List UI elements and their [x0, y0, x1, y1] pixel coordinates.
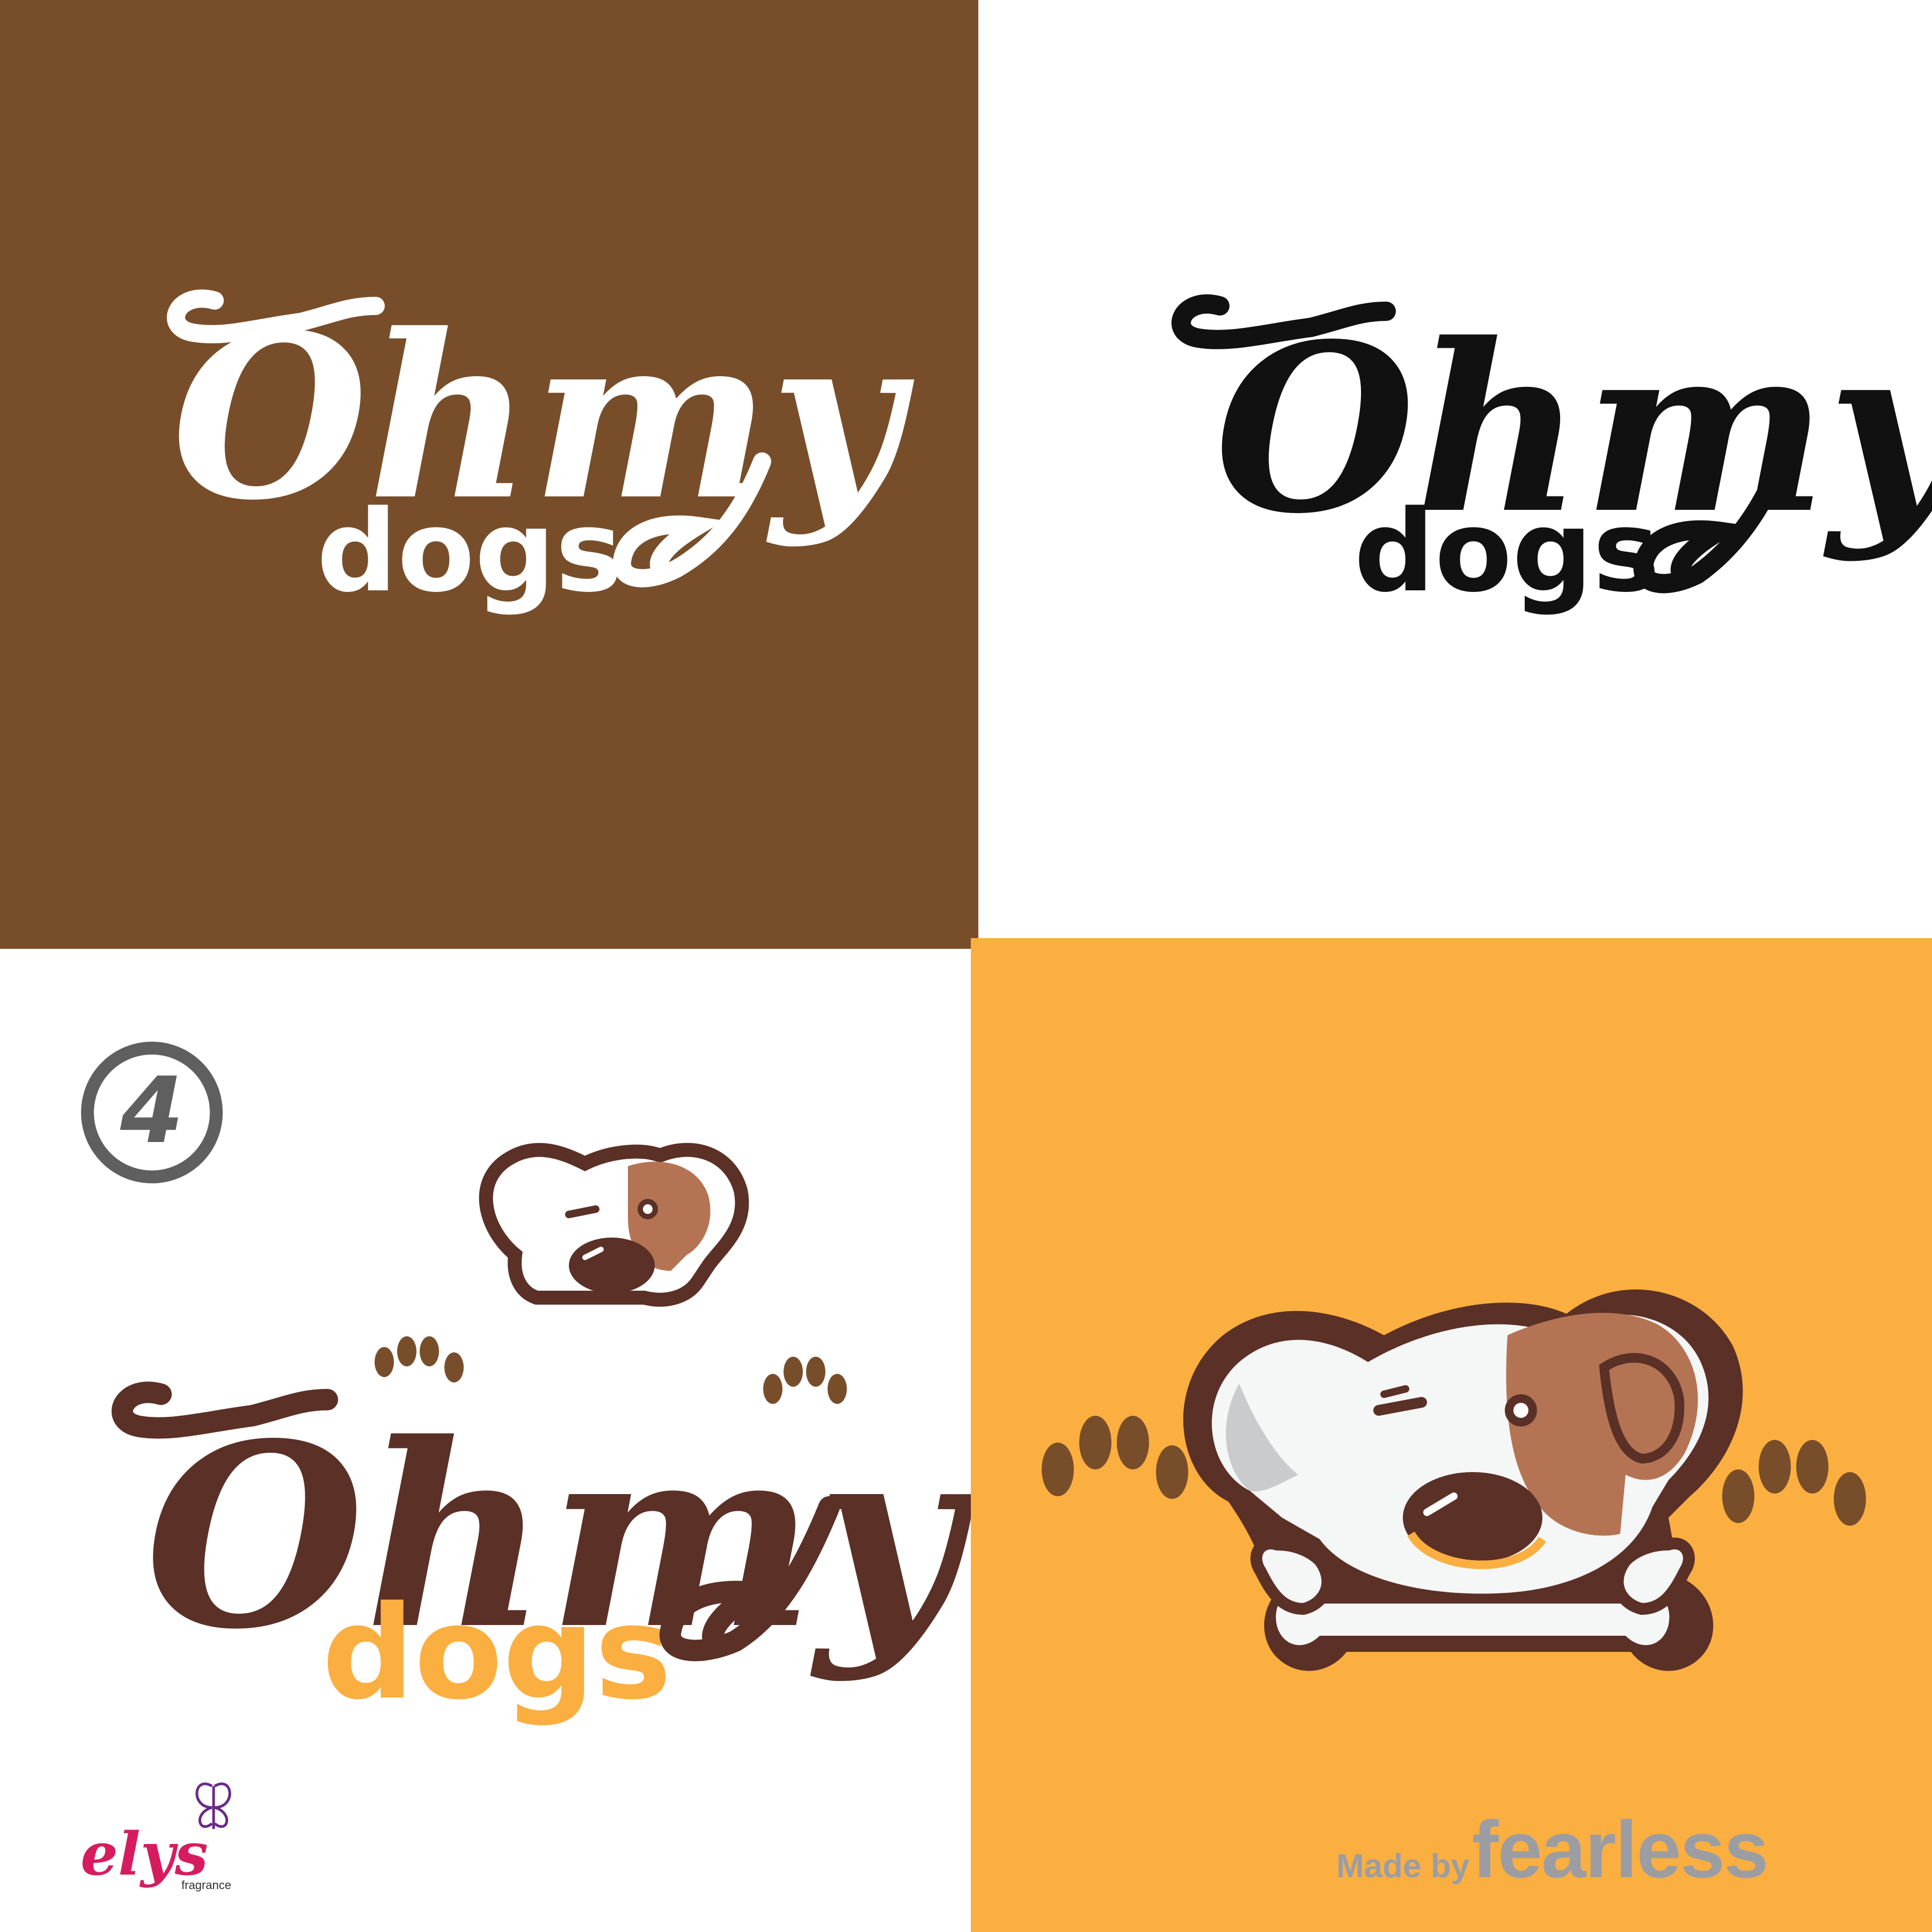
orange-panel [971, 938, 1932, 1932]
credit-brand: fearless [1472, 1804, 1769, 1894]
right-paw-icon [1722, 1440, 1866, 1526]
brown-panel: Ohmy dogs [0, 0, 978, 949]
left-paw-icon [375, 1336, 464, 1382]
eye-icon [1505, 1394, 1537, 1426]
small-dog-head-icon [479, 1143, 749, 1307]
sub-word: dogs [1354, 486, 1660, 617]
credit-line: Made by fearless [1336, 1803, 1846, 1894]
elys-logo: elys fragrance [80, 1782, 231, 1892]
black-wordmark-logo: Ohmy dogs [1172, 294, 1932, 617]
credit-made-by: Made by [1336, 1848, 1470, 1885]
white-top-panel: Ohmy dogs [978, 0, 1932, 938]
dog-with-bone-icon [1042, 1289, 1866, 1671]
white-wordmark-logo: Ohmy dogs [167, 286, 915, 617]
sub-word: dogs [322, 1578, 671, 1728]
full-color-logo: 4 Ohmy dogs elys fragrance [80, 1042, 971, 1892]
emblem-glyph: 4 [120, 1058, 184, 1164]
white-bottom-panel: 4 Ohmy dogs elys fragrance [0, 949, 971, 1932]
sub-word: dogs [317, 486, 623, 617]
elys-tagline: fragrance [181, 1878, 231, 1892]
circle-4-emblem-icon: 4 [81, 1042, 223, 1183]
left-paw-icon [1042, 1416, 1188, 1499]
